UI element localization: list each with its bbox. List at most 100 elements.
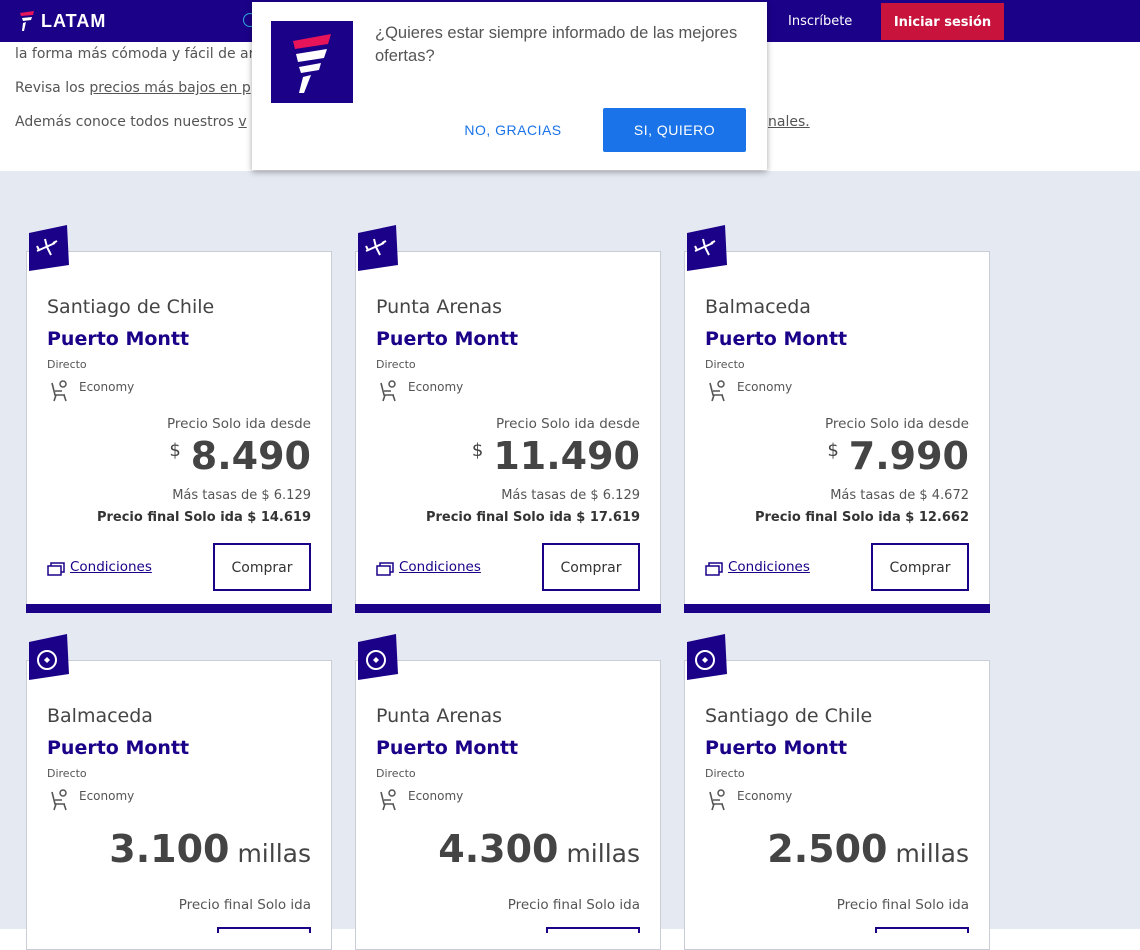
price-amount: $7.990 [827, 434, 969, 478]
seat-icon [376, 788, 400, 814]
miles-card: Punta Arenas Puerto Montt Directo Economy 4.… [355, 634, 661, 950]
stops-label: Directo [47, 767, 87, 780]
destination-city: Puerto Montt [705, 328, 848, 350]
intro-line-3-tail[interactable]: nales. [768, 114, 810, 130]
miles-unit: millas [895, 839, 969, 868]
seat-icon [47, 788, 71, 814]
currency-symbol: $ [471, 440, 484, 461]
origin-city: Balmaceda [47, 705, 153, 727]
final-price-label: Precio final Solo ida [507, 897, 640, 913]
card-bottom-bar [26, 604, 332, 613]
miles-icon [25, 634, 71, 680]
intro-line-1: la forma más cómoda y fácil de ar [15, 46, 255, 62]
popup-message: ¿Quieres estar siempre informado de las … [375, 24, 738, 65]
miles-card: Santiago de Chile Puerto Montt Directo Econ… [684, 634, 990, 950]
signup-link[interactable]: Inscríbete [788, 0, 852, 42]
origin-city: Santiago de Chile [47, 296, 215, 318]
latam-popup-logo [271, 21, 353, 103]
miles-card: Balmaceda Puerto Montt Directo Economy 3.100… [26, 634, 332, 950]
conditions-link[interactable]: Condiciones [70, 559, 152, 575]
document-icon [705, 561, 723, 576]
taxes-label: Más tasas de $ 4.672 [830, 488, 969, 503]
destination-city: Puerto Montt [376, 328, 519, 350]
intro-line-3-text: Además conoce todos nuestros [15, 114, 239, 130]
latam-brand-icon [293, 34, 331, 93]
airplane-icon [354, 225, 400, 271]
buy-button[interactable] [875, 927, 969, 933]
destination-city: Puerto Montt [47, 328, 190, 350]
buy-button[interactable]: Comprar [213, 543, 311, 591]
buy-button[interactable]: Comprar [542, 543, 640, 591]
price-label: Precio Solo ida desde [825, 416, 969, 432]
cabin-class: Economy [408, 380, 464, 394]
stops-label: Directo [376, 767, 416, 780]
intro-line-2-text: Revisa los [15, 80, 90, 96]
price-card: Punta Arenas Puerto Montt Directo Economy Pr… [355, 225, 661, 613]
buy-button[interactable] [217, 927, 311, 933]
lowest-prices-link[interactable]: precios más bajos en p [89, 80, 250, 96]
miles-amount: 3.100 millas [109, 827, 311, 871]
stops-label: Directo [376, 358, 416, 371]
miles-value: 3.100 [109, 827, 230, 871]
airplane-icon [25, 225, 71, 271]
yes-subscribe-button[interactable]: SI, QUIERO [603, 108, 746, 152]
card-bottom-bar [355, 604, 661, 613]
stops-label: Directo [705, 767, 745, 780]
price-label: Precio Solo ida desde [496, 416, 640, 432]
origin-city: Balmaceda [705, 296, 811, 318]
buy-button[interactable] [546, 927, 640, 933]
destination-city: Puerto Montt [47, 737, 190, 759]
miles-amount: 4.300 millas [438, 827, 640, 871]
origin-city: Santiago de Chile [705, 705, 873, 727]
intro-line-3-tail-link[interactable]: nales. [768, 114, 810, 130]
price-label: Precio Solo ida desde [167, 416, 311, 432]
miles-unit: millas [566, 839, 640, 868]
miles-icon [683, 634, 729, 680]
seat-icon [47, 379, 71, 405]
latam-logo[interactable]: LATAM [18, 10, 106, 32]
logo-text: LATAM [41, 10, 107, 31]
intro-line-2: Revisa los precios más bajos en p [15, 80, 251, 96]
conditions-link[interactable]: Condiciones [728, 559, 810, 575]
buy-button[interactable]: Comprar [871, 543, 969, 591]
price-value: 7.990 [848, 434, 969, 478]
taxes-label: Más tasas de $ 6.129 [172, 488, 311, 503]
card-bottom-bar [684, 604, 990, 613]
destination-city: Puerto Montt [376, 737, 519, 759]
price-amount: $11.490 [472, 434, 640, 478]
price-card: Santiago de Chile Puerto Montt Directo Econ… [26, 225, 332, 613]
document-icon [47, 561, 65, 576]
miles-value: 2.500 [767, 827, 888, 871]
conditions-link[interactable]: Condiciones [399, 559, 481, 575]
taxes-label: Más tasas de $ 6.129 [501, 488, 640, 503]
origin-city: Punta Arenas [376, 296, 503, 318]
intro-line-3: Además conoce todos nuestros v [15, 114, 247, 130]
no-thanks-button[interactable]: NO, GRACIAS [448, 108, 578, 152]
cabin-class: Economy [737, 380, 793, 394]
latam-logo-icon [20, 11, 34, 31]
cabin-class: Economy [408, 789, 464, 803]
miles-value: 4.300 [438, 827, 559, 871]
origin-city: Punta Arenas [376, 705, 503, 727]
price-card: Balmaceda Puerto Montt Directo Economy Preci… [684, 225, 990, 613]
stops-label: Directo [705, 358, 745, 371]
miles-unit: millas [237, 839, 311, 868]
cabin-class: Economy [79, 789, 135, 803]
price-value: 8.490 [190, 434, 311, 478]
seat-icon [705, 379, 729, 405]
document-icon [376, 561, 394, 576]
login-button[interactable]: Iniciar sesión [881, 3, 1004, 40]
final-price-label: Precio final Solo ida [178, 897, 311, 913]
price-value: 11.490 [493, 434, 640, 478]
destination-city: Puerto Montt [705, 737, 848, 759]
final-price: Precio final Solo ida $ 14.619 [96, 510, 311, 525]
cabin-class: Economy [737, 789, 793, 803]
miles-amount: 2.500 millas [767, 827, 969, 871]
airplane-icon [683, 225, 729, 271]
final-price: Precio final Solo ida $ 17.619 [425, 510, 640, 525]
price-amount: $8.490 [169, 434, 311, 478]
cabin-class: Economy [79, 380, 135, 394]
currency-symbol: $ [827, 440, 839, 461]
currency-symbol: $ [169, 440, 181, 461]
intro-line-3-link[interactable]: v [238, 114, 246, 130]
